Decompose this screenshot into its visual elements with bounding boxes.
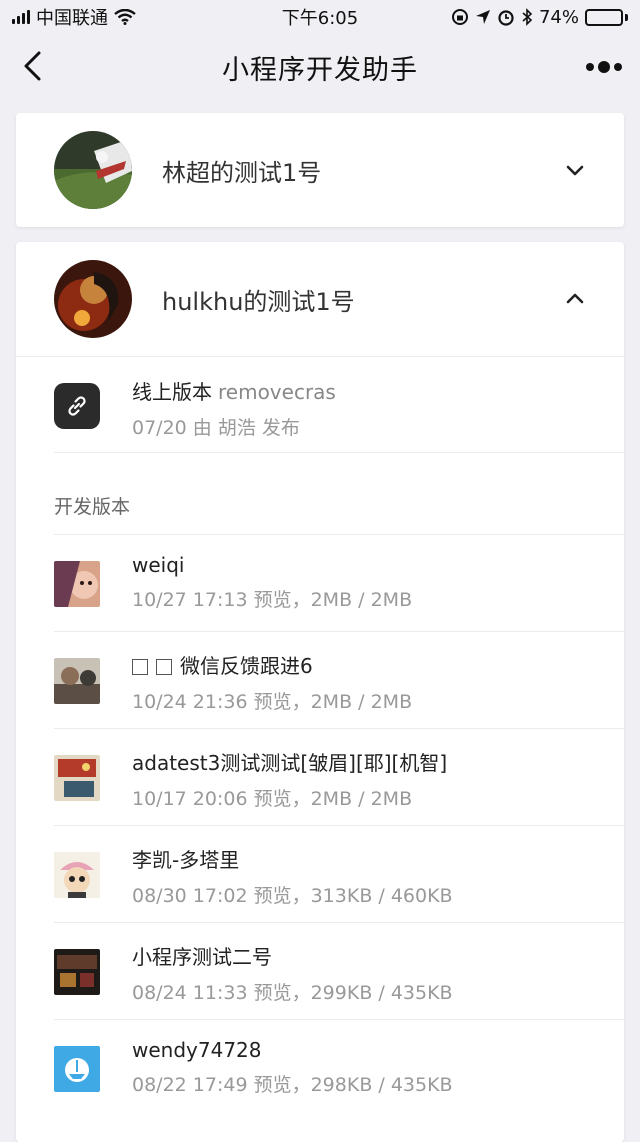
avatar	[54, 131, 132, 209]
location-icon	[475, 10, 490, 24]
version-title: adatest3测试测试[皱眉][耶][机智]	[132, 751, 448, 775]
version-meta: 08/22 17:49 预览，298KB / 435KB	[132, 1074, 453, 1096]
battery-icon	[585, 8, 628, 26]
status-left: 中国联通	[12, 4, 136, 30]
account-card: hulkhu的测试1号 线上版本 removecras 07/20 由 胡浩 发布…	[16, 242, 624, 1142]
account-name: hulkhu的测试1号	[162, 287, 355, 316]
online-version-meta: 07/20 由 胡浩 发布	[132, 417, 300, 439]
more-dots-icon	[586, 61, 622, 73]
clock: 下午6:05	[281, 8, 359, 29]
list-item[interactable]: wendy74728 08/22 17:49 预览，298KB / 435KB	[54, 1019, 624, 1116]
account-header[interactable]: 林超的测试1号	[16, 113, 624, 227]
dev-version-list: weiqi 10/27 17:13 预览，2MB / 2MB 微信反馈跟进6 1…	[16, 534, 624, 1116]
nav-bar: 小程序开发助手	[0, 34, 640, 100]
status-bar: 中国联通 下午6:05 74%	[0, 0, 640, 34]
placeholder-box-icon	[132, 659, 148, 675]
chevron-up-icon[interactable]	[564, 288, 586, 310]
online-version-name: removecras	[218, 380, 336, 404]
online-version-text: 线上版本 removecras 07/20 由 胡浩 发布	[132, 376, 336, 440]
version-text: 小程序测试二号 08/24 11:33 预览，299KB / 435KB	[132, 941, 453, 1005]
chevron-down-icon[interactable]	[564, 159, 586, 181]
version-thumbnail	[54, 755, 100, 801]
version-meta: 08/30 17:02 预览，313KB / 460KB	[132, 885, 453, 907]
version-title: 李凯-多塔里	[132, 848, 240, 872]
placeholder-box-icon	[156, 659, 172, 675]
account-header[interactable]: hulkhu的测试1号	[16, 242, 624, 356]
version-text: 李凯-多塔里 08/30 17:02 预览，313KB / 460KB	[132, 844, 453, 908]
online-version-row[interactable]: 线上版本 removecras 07/20 由 胡浩 发布	[16, 356, 624, 452]
version-meta: 10/17 20:06 预览，2MB / 2MB	[132, 788, 413, 810]
battery-percent: 74%	[538, 6, 579, 28]
carrier-label: 中国联通	[36, 8, 108, 29]
list-item[interactable]: 李凯-多塔里 08/30 17:02 预览，313KB / 460KB	[54, 825, 624, 922]
online-version-label: 线上版本	[132, 380, 212, 404]
version-text: weiqi 10/27 17:13 预览，2MB / 2MB	[132, 553, 412, 612]
link-icon	[54, 383, 100, 429]
version-text: wendy74728 08/22 17:49 预览，298KB / 435KB	[132, 1038, 453, 1097]
signal-icon	[12, 10, 30, 24]
version-title: weiqi	[132, 553, 185, 577]
back-button[interactable]	[12, 46, 52, 86]
version-meta: 10/24 21:36 预览，2MB / 2MB	[132, 691, 413, 713]
divider	[54, 452, 624, 453]
version-thumbnail	[54, 658, 100, 704]
status-right: 74%	[451, 7, 628, 28]
account-name: 林超的测试1号	[162, 158, 322, 187]
version-meta: 08/24 11:33 预览，299KB / 435KB	[132, 982, 453, 1004]
list-item[interactable]: weiqi 10/27 17:13 预览，2MB / 2MB	[54, 534, 624, 631]
version-title-text: 微信反馈跟进6	[180, 654, 313, 678]
avatar	[54, 260, 132, 338]
list-item[interactable]: adatest3测试测试[皱眉][耶][机智] 10/17 20:06 预览，2…	[54, 728, 624, 825]
more-button[interactable]	[582, 52, 626, 82]
version-thumbnail	[54, 852, 100, 898]
page-title: 小程序开发助手	[222, 54, 418, 86]
online-version-title: 线上版本 removecras	[132, 376, 336, 405]
section-label: 开发版本	[54, 496, 131, 518]
account-card: 林超的测试1号	[16, 113, 624, 227]
list-item[interactable]: 小程序测试二号 08/24 11:33 预览，299KB / 435KB	[54, 922, 624, 1019]
bluetooth-icon	[522, 8, 533, 26]
version-title: 微信反馈跟进6	[132, 650, 412, 679]
version-text: adatest3测试测试[皱眉][耶][机智] 10/17 20:06 预览，2…	[132, 747, 447, 811]
version-meta: 10/27 17:13 预览，2MB / 2MB	[132, 589, 413, 611]
version-text: 微信反馈跟进6 10/24 21:36 预览，2MB / 2MB	[132, 650, 412, 714]
version-title: wendy74728	[132, 1038, 262, 1062]
wifi-icon	[114, 9, 136, 25]
lock-rotation-icon	[451, 9, 468, 25]
version-thumbnail	[54, 949, 100, 995]
chevron-left-icon	[24, 51, 41, 81]
list-item[interactable]: 微信反馈跟进6 10/24 21:36 预览，2MB / 2MB	[54, 631, 624, 728]
version-thumbnail	[54, 1046, 100, 1092]
version-title: 小程序测试二号	[132, 945, 272, 969]
version-thumbnail	[54, 561, 100, 607]
alarm-icon	[498, 10, 514, 26]
